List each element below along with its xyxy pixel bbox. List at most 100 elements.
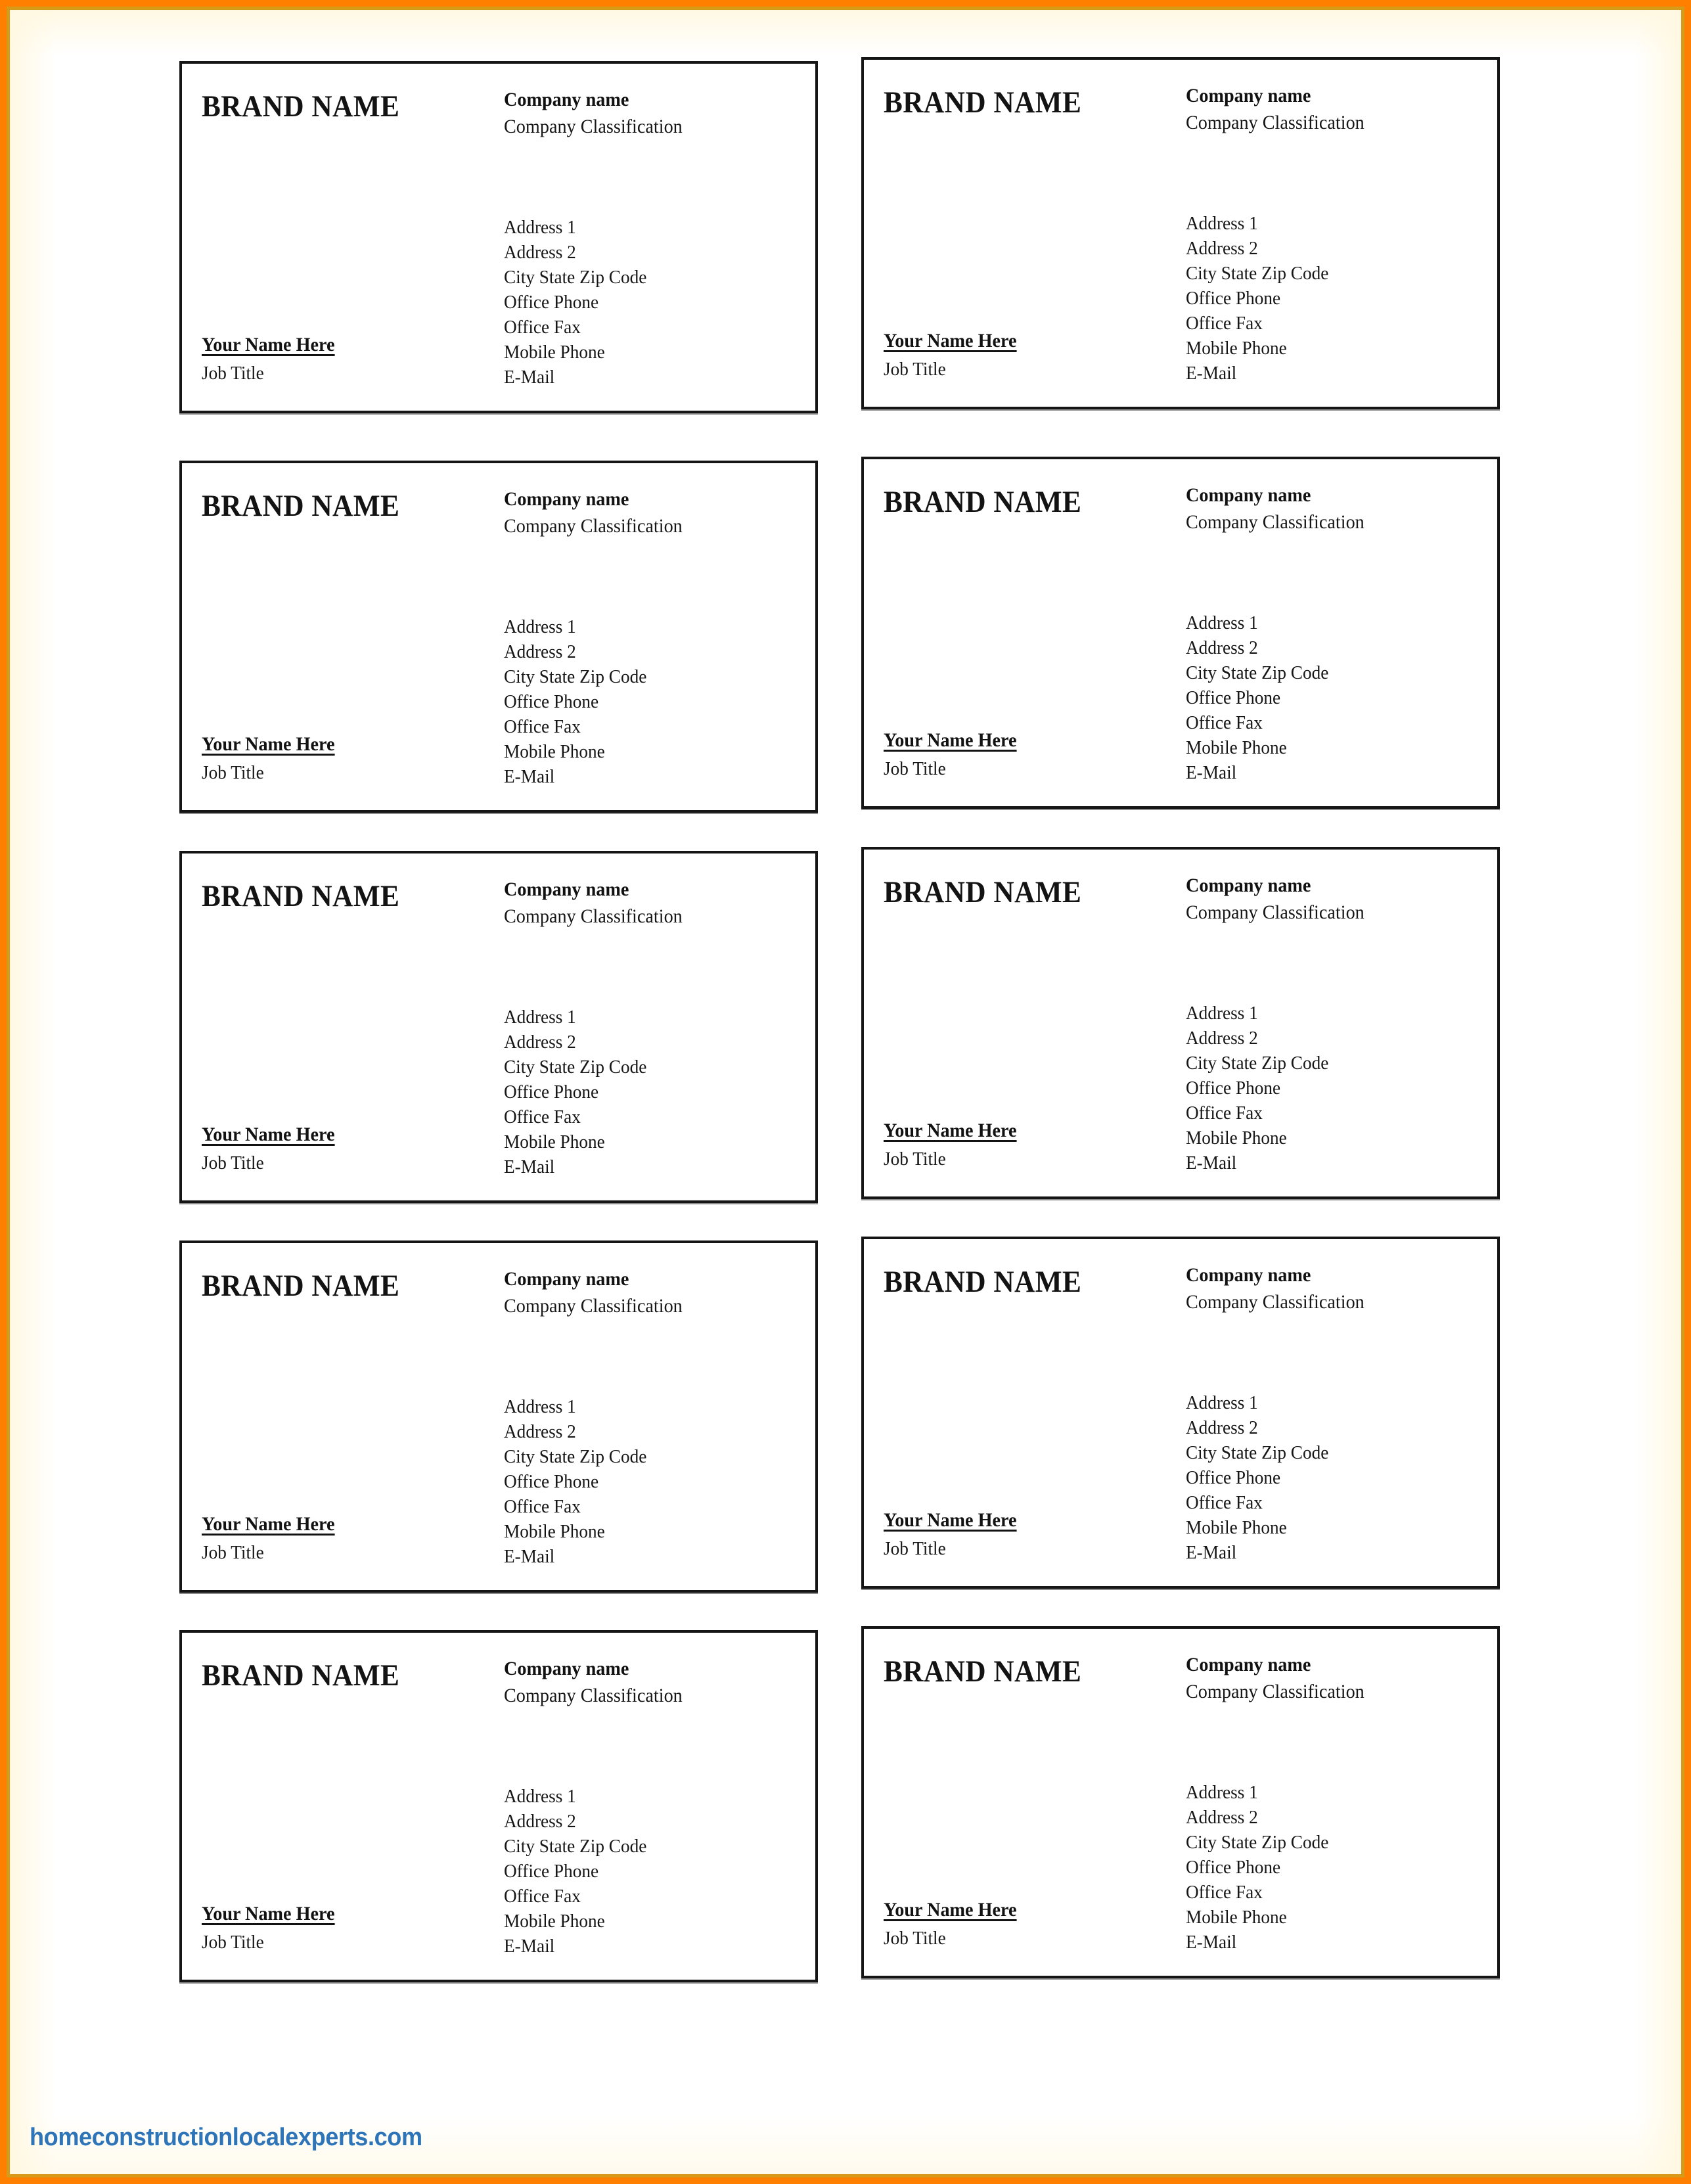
business-card-sheet: BRAND NAME Company name Company Classifica…: [10, 10, 1681, 2174]
job-title: Job Title: [884, 758, 946, 779]
business-card-inner: BRAND NAME Company name Company Classifica…: [182, 1243, 815, 1590]
contact-line: Address 1: [504, 217, 576, 238]
business-card[interactable]: BRAND NAME Company name Company Classifica…: [861, 847, 1500, 1199]
company-name: Company name: [1186, 1264, 1311, 1286]
contact-line: Office Phone: [1186, 288, 1281, 309]
company-block: Company name Company Classification: [1186, 875, 1376, 924]
contact-line: Office Fax: [504, 317, 581, 338]
contact-line: Address 1: [1186, 1003, 1258, 1024]
contact-line: Address 2: [1186, 1417, 1258, 1438]
contact-line: Mobile Phone: [504, 741, 605, 762]
company-classification: Company Classification: [1186, 511, 1364, 533]
job-title: Job Title: [202, 1152, 264, 1173]
contact-block: Address 1 Address 2 City State Zip Code Off…: [1186, 1780, 1338, 1955]
business-card-inner: BRAND NAME Company name Company Classifica…: [182, 1633, 815, 1980]
contact-line: Address 2: [1186, 637, 1258, 658]
contact-block: Address 1 Address 2 City State Zip Code Off…: [504, 1784, 656, 1959]
person-block: Your Name Here Job Title: [884, 1509, 1026, 1560]
company-classification: Company Classification: [504, 116, 683, 137]
contact-line: City State Zip Code: [1186, 263, 1329, 284]
business-card[interactable]: BRAND NAME Company name Company Classifica…: [179, 461, 818, 813]
person-block: Your Name Here Job Title: [884, 1899, 1026, 1949]
business-card[interactable]: BRAND NAME Company name Company Classifica…: [861, 1626, 1500, 1978]
contact-line: Mobile Phone: [1186, 1907, 1287, 1928]
company-classification: Company Classification: [504, 1295, 683, 1317]
contact-line: Address 1: [504, 1007, 576, 1028]
contact-line: Mobile Phone: [1186, 1127, 1287, 1149]
business-card[interactable]: BRAND NAME Company name Company Classifica…: [179, 61, 818, 413]
contact-line: Mobile Phone: [1186, 1517, 1287, 1538]
company-block: Company name Company Classification: [1186, 1654, 1376, 1703]
contact-line: Office Fax: [504, 1496, 581, 1517]
contact-line: Address 1: [504, 1786, 576, 1807]
contact-line: Office Phone: [1186, 1467, 1281, 1488]
business-card-inner: BRAND NAME Company name Company Classifica…: [182, 463, 815, 810]
company-classification: Company Classification: [1186, 1681, 1364, 1702]
business-card[interactable]: BRAND NAME Company name Company Classifica…: [861, 457, 1500, 809]
person-block: Your Name Here Job Title: [884, 729, 1026, 780]
business-card-inner: BRAND NAME Company name Company Classifica…: [864, 1239, 1497, 1586]
job-title: Job Title: [884, 1928, 946, 1949]
contact-line: City State Zip Code: [1186, 1442, 1329, 1463]
company-classification: Company Classification: [1186, 112, 1364, 133]
contact-block: Address 1 Address 2 City State Zip Code Off…: [1186, 610, 1338, 785]
business-card-grid: BRAND NAME Company name Company Classifica…: [10, 10, 1681, 2174]
brand-name: BRAND NAME: [202, 89, 400, 124]
contact-line: Address 2: [1186, 238, 1258, 259]
person-block: Your Name Here Job Title: [202, 1124, 344, 1174]
person-block: Your Name Here Job Title: [884, 330, 1026, 380]
company-block: Company name Company Classification: [504, 1268, 694, 1317]
contact-line: Office Phone: [504, 1081, 599, 1103]
contact-line: E-Mail: [504, 1156, 555, 1177]
company-classification: Company Classification: [1186, 1291, 1364, 1313]
contact-block: Address 1 Address 2 City State Zip Code Off…: [504, 215, 656, 390]
contact-line: Mobile Phone: [1186, 737, 1287, 758]
contact-line: Mobile Phone: [1186, 338, 1287, 359]
business-card-inner: BRAND NAME Company name Company Classifica…: [864, 459, 1497, 806]
brand-name: BRAND NAME: [202, 1269, 400, 1303]
contact-line: E-Mail: [504, 367, 555, 388]
business-card[interactable]: BRAND NAME Company name Company Classifica…: [861, 1237, 1500, 1589]
contact-line: Office Fax: [504, 716, 581, 737]
contact-line: City State Zip Code: [504, 666, 647, 687]
person-name: Your Name Here: [202, 1513, 335, 1535]
contact-line: Office Phone: [1186, 1078, 1281, 1099]
company-block: Company name Company Classification: [504, 89, 694, 138]
business-card[interactable]: BRAND NAME Company name Company Classifica…: [179, 1630, 818, 1982]
job-title: Job Title: [884, 1538, 946, 1559]
contact-line: City State Zip Code: [504, 1057, 647, 1078]
brand-name: BRAND NAME: [202, 489, 400, 523]
contact-line: Address 2: [504, 641, 576, 662]
contact-line: Office Fax: [504, 1106, 581, 1127]
job-title: Job Title: [202, 363, 264, 384]
contact-line: Address 1: [1186, 1782, 1258, 1803]
contact-line: Address 2: [504, 1811, 576, 1832]
site-url-watermark[interactable]: homeconstructionlocalexperts.com: [30, 2124, 422, 2152]
business-card[interactable]: BRAND NAME Company name Company Classifica…: [179, 1240, 818, 1593]
contact-line: Address 1: [504, 616, 576, 637]
contact-line: City State Zip Code: [1186, 662, 1329, 683]
person-block: Your Name Here Job Title: [884, 1120, 1026, 1170]
contact-line: Office Fax: [504, 1886, 581, 1907]
company-name: Company name: [1186, 85, 1311, 106]
contact-line: Office Phone: [504, 691, 599, 712]
job-title: Job Title: [202, 762, 264, 783]
company-block: Company name Company Classification: [1186, 484, 1376, 534]
contact-line: Office Fax: [1186, 1103, 1263, 1124]
company-name: Company name: [504, 488, 629, 510]
brand-name: BRAND NAME: [884, 1265, 1082, 1299]
company-name: Company name: [504, 1268, 629, 1290]
contact-line: Office Phone: [504, 1861, 599, 1882]
contact-line: E-Mail: [1186, 1542, 1237, 1563]
person-name: Your Name Here: [884, 729, 1017, 751]
brand-name: BRAND NAME: [202, 879, 400, 913]
contact-block: Address 1 Address 2 City State Zip Code Off…: [504, 1394, 656, 1569]
contact-line: Address 2: [1186, 1028, 1258, 1049]
company-block: Company name Company Classification: [504, 488, 694, 537]
contact-line: Mobile Phone: [504, 342, 605, 363]
business-card[interactable]: BRAND NAME Company name Company Classifica…: [861, 57, 1500, 409]
business-card-inner: BRAND NAME Company name Company Classifica…: [182, 853, 815, 1200]
business-card[interactable]: BRAND NAME Company name Company Classifica…: [179, 851, 818, 1203]
brand-name: BRAND NAME: [884, 85, 1082, 120]
contact-line: Office Fax: [1186, 1492, 1263, 1513]
